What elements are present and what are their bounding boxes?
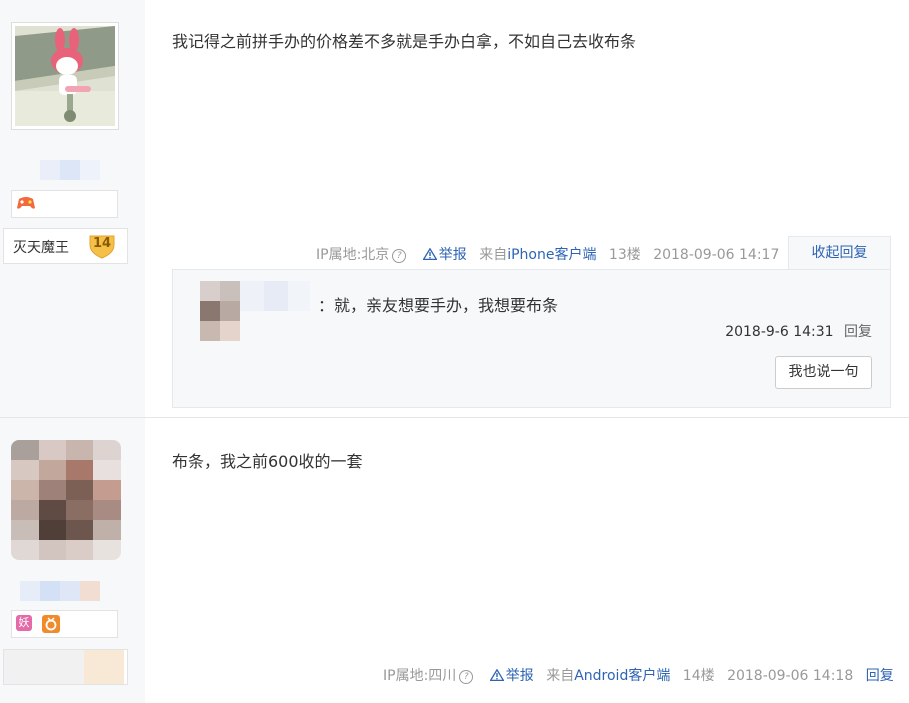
demon-badge-icon: 妖	[16, 615, 32, 631]
say-something-button[interactable]: 我也说一句	[775, 356, 872, 389]
reply-username-pixelated[interactable]	[240, 281, 310, 311]
level-number: 14	[92, 236, 112, 251]
reply-avatar-pixelated[interactable]	[200, 281, 240, 341]
report-link[interactable]: 举报	[422, 247, 471, 263]
post-content: 布条，我之前600收的一套	[172, 452, 363, 471]
reply-meta: 2018-9-6 14:31 回复	[725, 321, 872, 341]
username-pixelated[interactable]	[40, 160, 100, 180]
game-controller-icon	[16, 195, 36, 215]
report-link[interactable]: 举报	[489, 668, 538, 684]
level-shield-icon: 14	[88, 233, 116, 259]
reply-time: 2018-9-6 14:31	[725, 324, 834, 340]
username-pixelated[interactable]	[20, 581, 100, 601]
post-meta: IP属地:北京? 举报 来自iPhone客户端 13楼 2018-09-06 1…	[316, 244, 787, 264]
post-floor-13: 灭天魔王 14 我记得之前拼手办的价格差不多就是手办白拿，不如自己去收布条 IP…	[0, 0, 909, 417]
avatar-pixelated	[11, 440, 121, 560]
level-name: 灭天魔王	[13, 240, 69, 256]
client-source: 来自Android客户端	[546, 668, 671, 684]
warning-triangle-icon	[489, 669, 504, 681]
ip-location: IP属地:四川?	[383, 668, 474, 684]
post-content: 我记得之前拼手办的价格差不多就是手办白拿，不如自己去收布条	[172, 32, 637, 51]
post-time: 2018-09-06 14:18	[727, 668, 854, 684]
client-link[interactable]: iPhone客户端	[507, 247, 596, 263]
user-sidebar: 妖	[0, 418, 145, 703]
user-avatar[interactable]	[11, 22, 119, 130]
user-sidebar: 灭天魔王 14	[0, 0, 145, 417]
reply-button[interactable]: 回复	[866, 668, 894, 684]
avatar-image	[15, 26, 115, 126]
floor-number: 13楼	[608, 247, 641, 263]
post-time: 2018-09-06 14:17	[653, 247, 780, 263]
post-meta: IP属地:四川? 举报 来自Android客户端 14楼 2018-09-06 …	[383, 665, 894, 685]
client-link[interactable]: Android客户端	[574, 668, 670, 684]
reply-box: ：就，亲友想要手办，我想要布条 2018-9-6 14:31 回复 我也说一句	[172, 269, 891, 408]
user-avatar[interactable]	[11, 440, 121, 560]
floor-number: 14楼	[682, 668, 715, 684]
warning-triangle-icon	[422, 248, 437, 260]
member-badge-box	[11, 190, 118, 218]
reply-text: ：就，亲友想要手办，我想要布条	[318, 296, 559, 315]
ip-location: IP属地:北京?	[316, 247, 407, 263]
member-badge-box: 妖	[11, 610, 118, 638]
ring-badge-icon	[42, 615, 60, 637]
collapse-replies-button[interactable]: 收起回复	[788, 236, 891, 270]
reply-link[interactable]: 回复	[844, 324, 872, 340]
question-mark-icon[interactable]: ?	[392, 249, 407, 263]
post-floor-14: 妖 布条，我之前600收的一套 IP属地:四川? 举报 来自Android客户端…	[0, 417, 909, 703]
level-badge: 灭天魔王 14	[3, 228, 128, 264]
client-source: 来自iPhone客户端	[479, 247, 597, 263]
question-mark-icon[interactable]: ?	[459, 670, 474, 684]
level-badge-pixelated	[3, 649, 128, 685]
